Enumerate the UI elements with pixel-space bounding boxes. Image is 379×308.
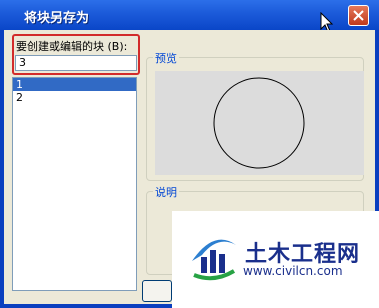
- block-list[interactable]: 1 2: [12, 77, 137, 291]
- block-preview-circle: [213, 77, 305, 169]
- close-button[interactable]: [348, 5, 369, 26]
- dialog-button[interactable]: [142, 280, 172, 302]
- watermark: 土木工程网 www.civilcn.com: [172, 211, 379, 308]
- dialog-title: 将块另存为: [24, 11, 90, 26]
- block-name-label: 要创建或编辑的块 (B):: [16, 40, 128, 53]
- preview-group: 预览: [146, 50, 364, 181]
- preview-canvas: [155, 71, 364, 175]
- preview-label: 预览: [153, 50, 179, 66]
- civilcn-logo-icon: [192, 239, 236, 281]
- list-item[interactable]: 2: [13, 91, 136, 104]
- block-name-input[interactable]: 3: [15, 55, 137, 71]
- description-label: 说明: [153, 184, 179, 200]
- watermark-url: www.civilcn.com: [243, 264, 343, 278]
- list-item[interactable]: 1: [13, 78, 136, 91]
- close-icon: [353, 10, 364, 21]
